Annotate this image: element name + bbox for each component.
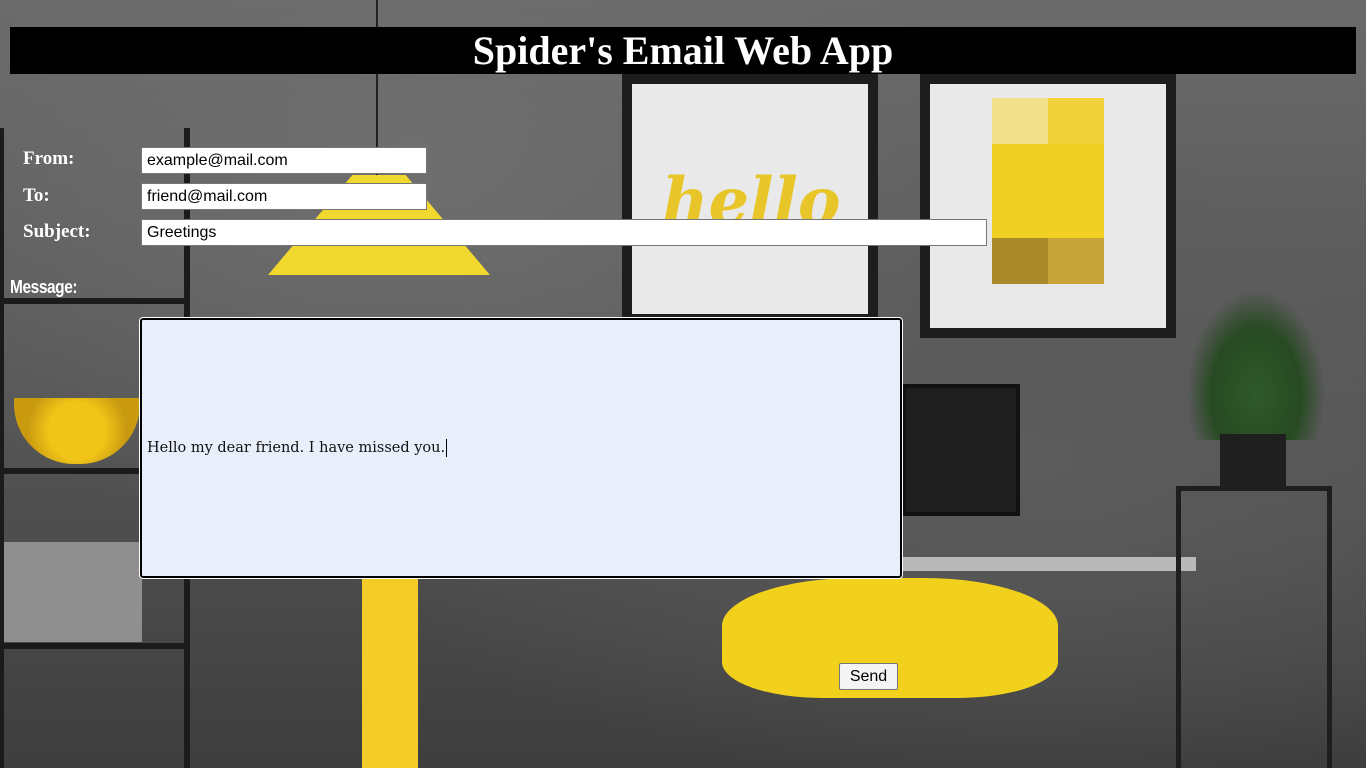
message-textarea[interactable]: Hello my dear friend. I have missed you. xyxy=(139,317,903,579)
background-basket xyxy=(4,542,142,642)
background-plant-pot xyxy=(1220,434,1286,486)
from-label: From: xyxy=(23,148,75,169)
message-text: Hello my dear friend. I have missed you. xyxy=(147,440,446,456)
background-desk xyxy=(900,557,1196,571)
from-field[interactable]: example@mail.com xyxy=(141,147,427,174)
text-caret xyxy=(446,439,448,457)
background-side-table xyxy=(1176,486,1332,768)
to-field[interactable]: friend@mail.com xyxy=(141,183,427,210)
page-title: Spider's Email Web App xyxy=(10,27,1356,74)
background-monitor xyxy=(902,384,1020,516)
background-yellow-poster xyxy=(920,74,1176,338)
subject-field[interactable]: Greetings xyxy=(141,219,987,246)
background-hello-poster: hello xyxy=(622,74,878,324)
send-button[interactable]: Send xyxy=(839,663,898,690)
subject-label: Subject: xyxy=(23,221,91,242)
background-plant xyxy=(1186,290,1326,440)
message-label: Message: xyxy=(10,277,78,297)
to-label: To: xyxy=(23,185,50,206)
background-cloth xyxy=(362,578,418,768)
